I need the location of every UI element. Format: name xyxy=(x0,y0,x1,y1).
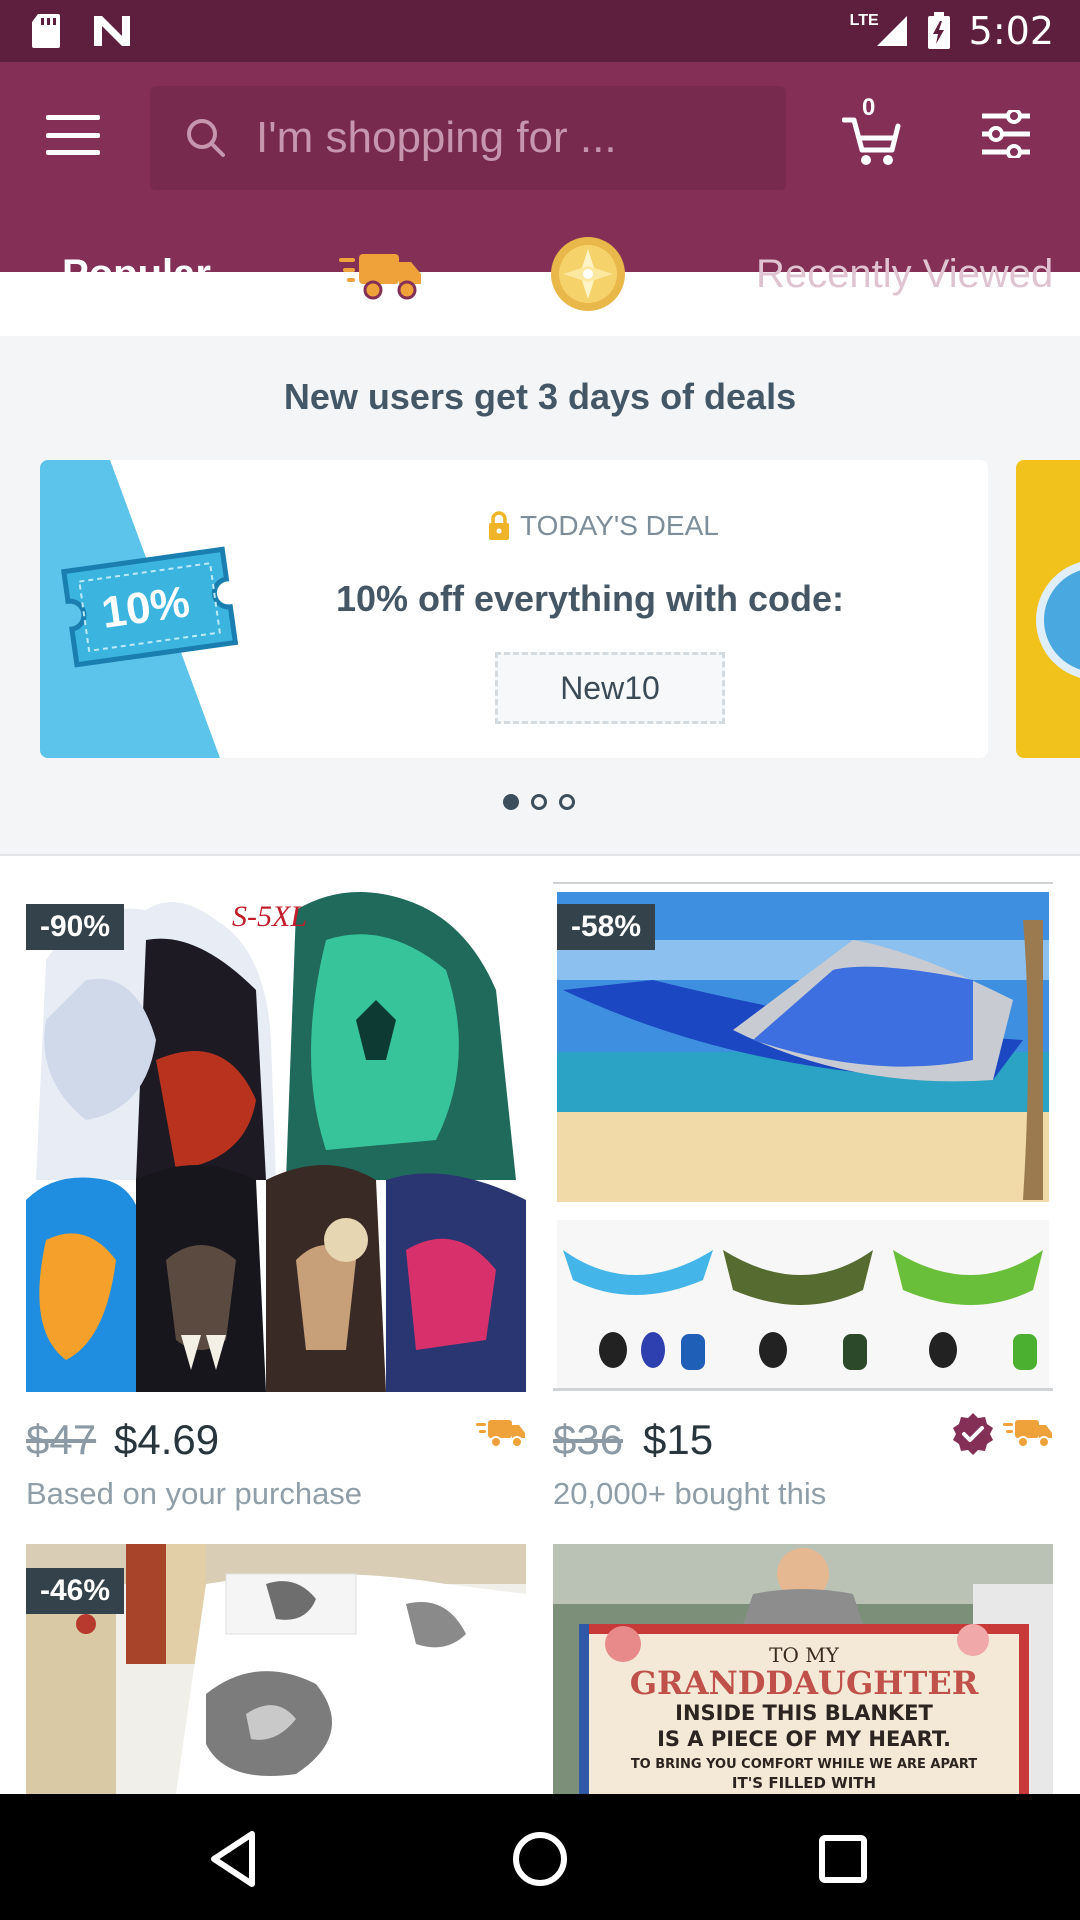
next-deal-card-peek[interactable] xyxy=(1016,460,1080,758)
product-card[interactable]: S-5XL -90% $47 $4.69 Based on your purch… xyxy=(26,880,526,1520)
coupon-illustration: 10% xyxy=(40,460,239,758)
sale-price: $4.69 xyxy=(114,1416,220,1463)
cart-count: 0 xyxy=(862,94,876,121)
clock: 5:02 xyxy=(968,9,1054,53)
sale-price: $15 xyxy=(643,1416,714,1463)
product-subtitle: 20,000+ bought this xyxy=(553,1476,827,1511)
signal-icon xyxy=(876,16,907,46)
deal-label: TODAY'S DEAL xyxy=(488,510,719,542)
network-type: LTE xyxy=(849,12,879,29)
carousel-dot-2[interactable] xyxy=(531,794,547,810)
product-image[interactable]: -58% xyxy=(553,880,1053,1392)
product-card[interactable]: -58% $36 $15 20,000+ bought this xyxy=(553,880,1053,1520)
recents-icon[interactable] xyxy=(808,1824,878,1894)
original-price: $47 xyxy=(26,1416,97,1463)
blanket-text-line-5: TO BRING YOU COMFORT WHILE WE ARE APART xyxy=(631,1757,977,1772)
status-bar: LTE 5:02 xyxy=(0,0,1080,62)
product-image[interactable]: TO MY GRANDDAUGHTER INSIDE THIS BLANKET … xyxy=(553,1544,1053,1794)
discount-badge: -46% xyxy=(26,1568,125,1614)
tab-fast-shipping[interactable] xyxy=(320,214,440,334)
coin-icon xyxy=(550,237,625,311)
original-price: $36 xyxy=(553,1416,624,1463)
tab-indicator xyxy=(0,327,273,334)
n-logo-icon xyxy=(94,16,130,46)
search-bar[interactable] xyxy=(150,86,786,190)
app-bar: 0 Popular xyxy=(0,62,1080,334)
tab-coins[interactable] xyxy=(530,214,645,334)
clock-illustration xyxy=(1036,562,1080,678)
product-image[interactable]: S-5XL -90% xyxy=(26,880,526,1392)
verified-icon xyxy=(953,1413,993,1455)
deal-text: 10% off everything with code: xyxy=(335,578,845,619)
sd-card-icon xyxy=(32,14,60,48)
fast-shipping-icon xyxy=(1003,1420,1052,1448)
lock-icon xyxy=(489,511,509,540)
blanket-text-line-3: INSIDE THIS BLANKET xyxy=(675,1701,933,1725)
navigation-bar xyxy=(0,1794,1080,1920)
wolf-hoodies-image: S-5XL xyxy=(26,880,526,1392)
hammock-image xyxy=(553,880,1053,1392)
fast-shipping-icon xyxy=(339,254,421,300)
discount-badge: -90% xyxy=(26,904,125,950)
carousel-dots xyxy=(503,794,575,810)
sliders-icon xyxy=(982,108,1030,160)
price-row: $36 $15 xyxy=(553,1410,1053,1470)
deals-banner: New users get 3 days of deals 10% TODAY'… xyxy=(0,336,1080,856)
product-subtitle: Based on your purchase xyxy=(26,1476,363,1511)
carousel-dot-1[interactable] xyxy=(503,794,519,810)
tab-popular-label: Popular xyxy=(62,251,211,296)
promo-code[interactable]: New10 xyxy=(495,652,725,724)
product-card[interactable]: TO MY GRANDDAUGHTER INSIDE THIS BLANKET … xyxy=(553,1544,1053,1794)
banner-title: New users get 3 days of deals xyxy=(283,376,797,417)
blanket-text-line-4: IS A PIECE OF MY HEART. xyxy=(657,1727,951,1751)
home-icon[interactable] xyxy=(505,1824,575,1894)
search-input[interactable] xyxy=(256,113,716,163)
discount-badge: -58% xyxy=(557,904,656,950)
tab-popular[interactable]: Popular xyxy=(0,214,273,334)
product-card[interactable]: -46% xyxy=(26,1544,526,1794)
back-icon[interactable] xyxy=(200,1824,270,1894)
tab-bar: Popular Recently Viewed xyxy=(0,214,1080,334)
product-image[interactable]: -46% xyxy=(26,1544,526,1794)
price-row: $47 $4.69 xyxy=(26,1410,526,1470)
divider xyxy=(0,854,1080,856)
cart-button[interactable]: 0 xyxy=(841,94,902,168)
filter-button[interactable] xyxy=(980,108,1032,160)
carousel-dot-3[interactable] xyxy=(559,794,575,810)
battery-charging-icon xyxy=(927,12,950,49)
tab-recently-viewed[interactable]: Recently Viewed xyxy=(740,214,1080,334)
deal-card[interactable]: 10% TODAY'S DEAL 10% off everything with… xyxy=(40,460,988,758)
blanket-text-line-2: GRANDDAUGHTER xyxy=(630,1664,979,1702)
fast-shipping-icon xyxy=(476,1420,525,1448)
blanket-text-line-6: IT'S FILLED WITH xyxy=(732,1774,876,1792)
deal-label-text: TODAY'S DEAL xyxy=(520,510,719,541)
search-icon xyxy=(187,119,225,157)
size-range-text: S-5XL xyxy=(232,900,307,933)
hamburger-icon[interactable] xyxy=(46,115,100,155)
granddaughter-blanket-image: TO MY GRANDDAUGHTER INSIDE THIS BLANKET … xyxy=(553,1544,1053,1794)
tab-recently-viewed-label: Recently Viewed xyxy=(756,251,1054,296)
